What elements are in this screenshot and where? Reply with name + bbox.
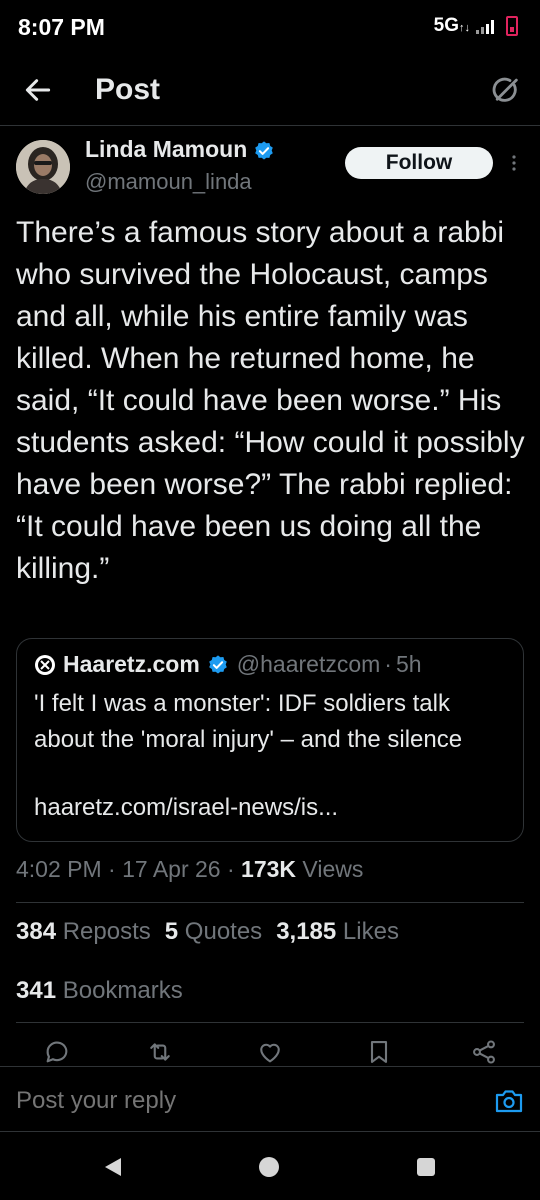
grok-icon[interactable] bbox=[488, 73, 522, 107]
meta-separator: · bbox=[226, 856, 235, 882]
quoted-post[interactable]: Haaretz.com @haaretzcom · 5h 'I felt I w… bbox=[16, 638, 524, 842]
quoted-age: 5h bbox=[395, 651, 422, 677]
quoted-post-text: 'I felt I was a monster': IDF soldiers t… bbox=[34, 690, 463, 753]
like-icon[interactable] bbox=[256, 1038, 284, 1066]
battery-icon bbox=[506, 16, 518, 36]
repost-icon[interactable] bbox=[146, 1038, 174, 1066]
views-count: 173K bbox=[241, 856, 297, 882]
divider bbox=[16, 1022, 524, 1023]
nav-recents-icon[interactable] bbox=[417, 1158, 435, 1176]
quoted-separator: · bbox=[384, 651, 392, 677]
likes-stat[interactable]: 3,185 Likes bbox=[276, 918, 399, 945]
post-date: 17 Apr 26 bbox=[122, 856, 221, 882]
network-type: 5G↑↓ bbox=[433, 15, 470, 36]
nav-back-icon[interactable] bbox=[102, 1156, 124, 1178]
status-indicators: 5G↑↓ bbox=[434, 15, 518, 37]
share-icon[interactable] bbox=[470, 1038, 498, 1066]
nav-home-icon[interactable] bbox=[259, 1157, 279, 1177]
avatar-image bbox=[16, 140, 70, 194]
engagement-stats: 384 Reposts 5 Quotes 3,185 Likes bbox=[16, 918, 399, 946]
reposts-stat[interactable]: 384 Reposts bbox=[16, 918, 151, 945]
bookmarks-stat[interactable]: 341 Bookmarks bbox=[16, 977, 183, 1005]
author-handle[interactable]: @mamoun_linda bbox=[85, 169, 252, 195]
bookmark-icon[interactable] bbox=[365, 1038, 393, 1066]
post-time: 4:02 PM bbox=[16, 856, 102, 882]
quoted-post-header: Haaretz.com @haaretzcom · 5h bbox=[34, 651, 422, 678]
page-title: Post bbox=[95, 73, 161, 106]
signal-icon bbox=[476, 18, 494, 34]
avatar[interactable] bbox=[16, 140, 70, 194]
reply-bar bbox=[0, 1066, 540, 1132]
action-bar bbox=[0, 1036, 540, 1070]
top-app-bar: Post bbox=[0, 58, 540, 126]
quoted-author-handle: @haaretzcom bbox=[236, 651, 381, 677]
views-label: Views bbox=[302, 856, 364, 882]
quoted-author-name: Haaretz.com bbox=[63, 651, 200, 677]
meta-separator: · bbox=[108, 856, 116, 882]
arrow-left-icon[interactable] bbox=[22, 74, 54, 106]
camera-icon[interactable] bbox=[494, 1087, 524, 1115]
author-name[interactable]: Linda Mamoun bbox=[85, 136, 275, 163]
follow-button[interactable]: Follow bbox=[345, 147, 493, 179]
divider bbox=[16, 902, 524, 903]
reply-icon[interactable] bbox=[43, 1038, 71, 1066]
reply-input[interactable] bbox=[16, 1087, 326, 1115]
post-text: There’s a famous story about a rabbi who… bbox=[16, 216, 525, 585]
verified-icon bbox=[255, 141, 274, 160]
more-icon[interactable] bbox=[508, 152, 520, 174]
system-nav-bar bbox=[0, 1134, 540, 1200]
status-time: 8:07 PM bbox=[18, 14, 105, 40]
status-bar: 8:07 PM 5G↑↓ bbox=[0, 0, 540, 56]
haaretz-logo-icon bbox=[35, 654, 55, 675]
post-timestamp: 4:02 PM · 17 Apr 26 · 173K Views bbox=[16, 856, 363, 883]
quoted-post-link[interactable]: haaretz.com/israel-news/is... bbox=[34, 794, 338, 822]
quotes-stat[interactable]: 5 Quotes bbox=[165, 918, 262, 945]
verified-icon bbox=[208, 654, 227, 674]
